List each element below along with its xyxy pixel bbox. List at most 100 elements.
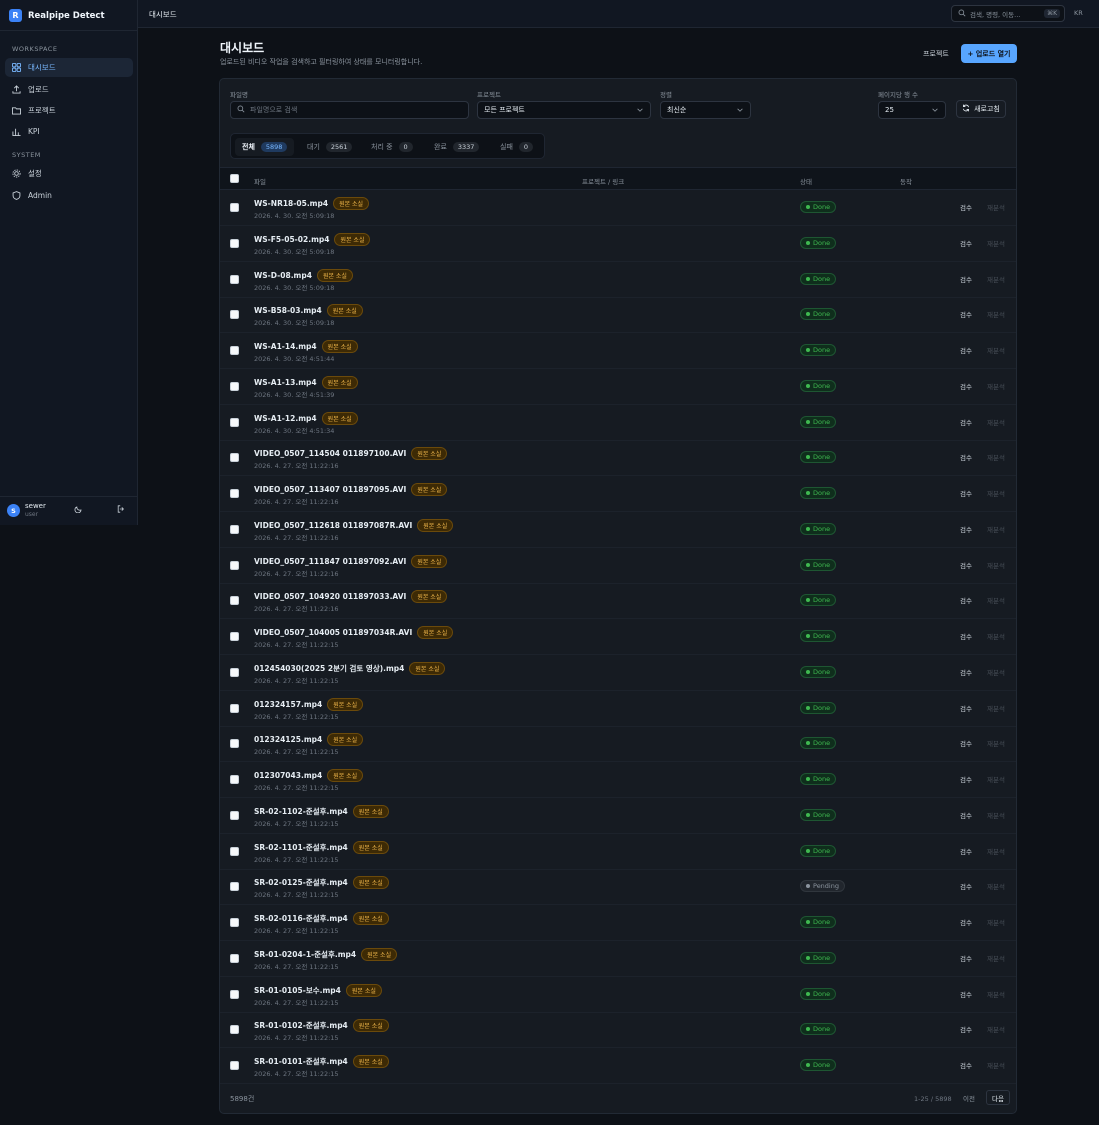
reanalyze-button[interactable]: 재분석 xyxy=(987,703,1005,713)
table-row[interactable]: SR-02-1101-준설후.mp4 원본 소실 2026. 4. 27. 오전 1… xyxy=(220,834,1016,870)
row-checkbox[interactable] xyxy=(230,846,239,856)
review-button[interactable]: 검수 xyxy=(960,488,972,498)
table-row[interactable]: WS-D-08.mp4 원본 소실 2026. 4. 30. 오전 5:09:18 D… xyxy=(220,262,1016,298)
next-page-button[interactable]: 다음 xyxy=(986,1090,1010,1105)
filename-search-input[interactable]: 파일명으로 검색 xyxy=(230,101,469,119)
select-all-checkbox[interactable] xyxy=(230,174,239,183)
project-select[interactable]: 모든 프로젝트 xyxy=(477,101,651,119)
reanalyze-button[interactable]: 재분석 xyxy=(987,953,1005,963)
row-checkbox[interactable] xyxy=(230,310,239,320)
table-row[interactable]: WS-A1-12.mp4 원본 소실 2026. 4. 30. 오전 4:51:34… xyxy=(220,405,1016,441)
reanalyze-button[interactable]: 재분석 xyxy=(987,417,1005,427)
row-checkbox[interactable] xyxy=(230,739,239,749)
sidebar-item-kpi[interactable]: KPI xyxy=(5,122,133,141)
column-project[interactable]: 프로젝트 / 링크 xyxy=(582,176,624,186)
review-button[interactable]: 검수 xyxy=(960,202,972,212)
review-button[interactable]: 검수 xyxy=(960,1024,972,1034)
review-button[interactable]: 검수 xyxy=(960,274,972,284)
file-name[interactable]: SR-02-0116-준설후.mp4 원본 소실 xyxy=(254,912,389,925)
row-checkbox[interactable] xyxy=(230,632,239,641)
review-button[interactable]: 검수 xyxy=(960,1060,972,1070)
sidebar-item-upload[interactable]: 업로드 xyxy=(5,80,133,99)
project-button[interactable]: 프로젝트 xyxy=(917,45,955,62)
file-name[interactable]: 012307043.mp4 원본 소실 xyxy=(254,769,364,782)
reanalyze-button[interactable]: 재분석 xyxy=(987,881,1005,891)
row-checkbox[interactable] xyxy=(230,417,239,427)
reanalyze-button[interactable]: 재분석 xyxy=(987,667,1005,677)
reanalyze-button[interactable]: 재분석 xyxy=(987,846,1005,856)
reanalyze-button[interactable]: 재분석 xyxy=(987,595,1005,605)
prev-page-button[interactable]: 이전 xyxy=(958,1090,980,1105)
review-button[interactable]: 검수 xyxy=(960,595,972,605)
tab-complete[interactable]: 완료 3337 xyxy=(427,138,486,156)
table-row[interactable]: WS-F5-05-02.mp4 원본 소실 2026. 4. 30. 오전 5:09… xyxy=(220,226,1016,262)
reanalyze-button[interactable]: 재분석 xyxy=(987,738,1005,748)
review-button[interactable]: 검수 xyxy=(960,703,972,713)
moon-icon[interactable] xyxy=(74,505,82,515)
table-row[interactable]: WS-B58-03.mp4 원본 소실 2026. 4. 30. 오전 5:09:1… xyxy=(220,297,1016,334)
column-file[interactable]: 파일 xyxy=(254,176,266,186)
file-name[interactable]: SR-01-0204-1-준설후.mp4 원본 소실 xyxy=(254,947,398,961)
tab-pending[interactable]: 대기 2561 xyxy=(300,138,359,156)
row-checkbox[interactable] xyxy=(230,560,239,570)
file-name[interactable]: SR-01-0105-보수.mp4 원본 소실 xyxy=(254,983,382,997)
file-name[interactable]: 012454030(2025 2분기 검토 영상).mp4 원본 소실 xyxy=(254,661,446,675)
table-row[interactable]: SR-01-0204-1-준설후.mp4 원본 소실 2026. 4. 27. 오전… xyxy=(220,941,1016,977)
review-button[interactable]: 검수 xyxy=(960,309,972,319)
review-button[interactable]: 검수 xyxy=(960,417,972,427)
row-checkbox[interactable] xyxy=(230,453,239,463)
file-name[interactable]: WS-A1-14.mp4 원본 소실 xyxy=(254,340,358,353)
tab-all[interactable]: 전체 5898 xyxy=(235,138,295,156)
file-name[interactable]: SR-02-1102-준설후.mp4 원본 소실 xyxy=(254,804,389,818)
row-checkbox[interactable] xyxy=(230,810,239,820)
table-row[interactable]: VIDEO_0507_111847 011897092.AVI 원본 소실 2026… xyxy=(220,548,1016,584)
table-row[interactable]: 012324125.mp4 원본 소실 2026. 4. 27. 오전 11:22:… xyxy=(220,726,1016,763)
row-checkbox[interactable] xyxy=(230,989,239,999)
row-checkbox[interactable] xyxy=(230,703,239,713)
review-button[interactable]: 검수 xyxy=(960,667,972,677)
table-row[interactable]: WS-A1-14.mp4 원본 소실 2026. 4. 30. 오전 4:51:44… xyxy=(220,333,1016,369)
row-checkbox[interactable] xyxy=(230,775,239,784)
row-checkbox[interactable] xyxy=(230,238,239,248)
column-status[interactable]: 상태 xyxy=(800,176,812,186)
review-button[interactable]: 검수 xyxy=(960,452,972,462)
reanalyze-button[interactable]: 재분석 xyxy=(987,381,1005,391)
table-row[interactable]: WS-NR18-05.mp4 원본 소실 2026. 4. 30. 오전 5:09:… xyxy=(220,190,1016,226)
row-checkbox[interactable] xyxy=(230,667,239,677)
row-checkbox[interactable] xyxy=(230,381,239,391)
table-row[interactable]: SR-01-0101-준설후.mp4 원본 소실 2026. 4. 27. 오전 1… xyxy=(220,1048,1016,1084)
brand[interactable]: R Realpipe Detect xyxy=(9,9,105,22)
file-name[interactable]: 012324157.mp4 원본 소실 xyxy=(254,697,364,711)
file-name[interactable]: SR-02-1101-준설후.mp4 원본 소실 xyxy=(254,840,389,854)
review-button[interactable]: 검수 xyxy=(960,238,972,248)
row-checkbox[interactable] xyxy=(230,203,239,212)
reanalyze-button[interactable]: 재분석 xyxy=(987,774,1005,784)
table-row[interactable]: VIDEO_0507_104005 011897034R.AVI 원본 소실 202… xyxy=(220,619,1016,655)
row-checkbox[interactable] xyxy=(230,596,239,606)
file-name[interactable]: WS-B58-03.mp4 원본 소실 xyxy=(254,304,363,318)
row-checkbox[interactable] xyxy=(230,1025,239,1035)
reanalyze-button[interactable]: 재분석 xyxy=(987,488,1005,498)
reanalyze-button[interactable]: 재분석 xyxy=(987,345,1005,355)
file-name[interactable]: WS-A1-12.mp4 원본 소실 xyxy=(254,411,358,425)
review-button[interactable]: 검수 xyxy=(960,810,972,820)
reanalyze-button[interactable]: 재분석 xyxy=(987,274,1005,284)
row-checkbox[interactable] xyxy=(230,882,239,892)
refresh-button[interactable]: 새로고침 xyxy=(956,100,1006,118)
file-name[interactable]: SR-01-0101-준설후.mp4 원본 소실 xyxy=(254,1055,389,1068)
per-page-select[interactable]: 25 xyxy=(878,101,946,119)
language-toggle[interactable]: KR xyxy=(1074,9,1083,17)
file-name[interactable]: SR-02-0125-준설후.mp4 원본 소실 xyxy=(254,876,389,890)
row-checkbox[interactable] xyxy=(230,274,239,284)
row-checkbox[interactable] xyxy=(230,346,239,355)
file-name[interactable]: VIDEO_0507_111847 011897092.AVI 원본 소실 xyxy=(254,554,448,568)
reanalyze-button[interactable]: 재분석 xyxy=(987,917,1005,927)
reanalyze-button[interactable]: 재분석 xyxy=(987,309,1005,319)
row-checkbox[interactable] xyxy=(230,1061,239,1070)
table-row[interactable]: SR-01-0105-보수.mp4 원본 소실 2026. 4. 27. 오전 11… xyxy=(220,977,1016,1013)
review-button[interactable]: 검수 xyxy=(960,774,972,784)
review-button[interactable]: 검수 xyxy=(960,524,972,534)
file-name[interactable]: VIDEO_0507_104920 011897033.AVI 원본 소실 xyxy=(254,590,448,604)
table-row[interactable]: VIDEO_0507_114504 011897100.AVI 원본 소실 2026… xyxy=(220,440,1016,477)
avatar[interactable]: S xyxy=(7,504,20,517)
